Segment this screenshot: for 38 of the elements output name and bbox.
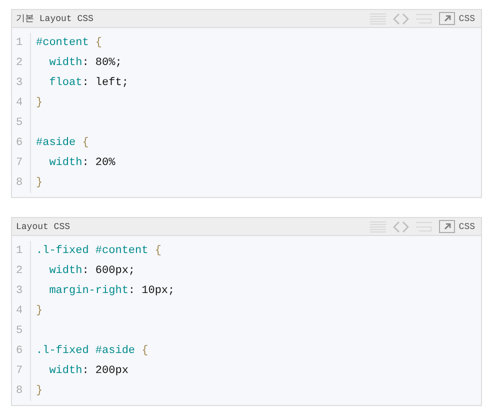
line-number: 1 xyxy=(12,33,31,53)
open-external-icon[interactable] xyxy=(438,12,455,25)
line-number: 3 xyxy=(12,281,31,301)
code-line: } xyxy=(35,385,43,397)
line-number: 1 xyxy=(12,241,31,261)
language-label: CSS xyxy=(458,14,475,24)
line-number: 8 xyxy=(12,173,31,193)
line-number: 4 xyxy=(12,301,31,321)
line-number: 2 xyxy=(12,53,31,73)
code-line: width: 20% xyxy=(48,157,116,169)
code-icon[interactable] xyxy=(392,12,409,24)
line-number: 5 xyxy=(12,321,31,341)
line-number: 7 xyxy=(12,361,31,381)
line-number: 6 xyxy=(12,133,31,153)
line-number: 7 xyxy=(12,153,31,173)
line-number: 8 xyxy=(12,381,31,401)
code-line: width: 80%; xyxy=(48,57,122,69)
line-number: 4 xyxy=(12,93,31,113)
code-line: .l-fixed #aside { xyxy=(35,345,148,357)
line-number: 2 xyxy=(12,261,31,281)
code-title: 기본 Layout CSS xyxy=(16,13,94,25)
code-line: #aside { xyxy=(35,137,89,149)
code-line: } xyxy=(35,177,43,189)
code-line: float: left; xyxy=(48,77,128,89)
code-line: } xyxy=(35,97,43,109)
code-line: .l-fixed #content { xyxy=(35,245,162,257)
language-label: CSS xyxy=(458,222,475,232)
line-number: 6 xyxy=(12,341,31,361)
line-number: 5 xyxy=(12,113,31,133)
line-number: 3 xyxy=(12,73,31,93)
open-external-icon[interactable] xyxy=(438,220,455,233)
code-line: #content { xyxy=(35,37,102,49)
code-title: Layout CSS xyxy=(16,222,72,232)
code-icon[interactable] xyxy=(392,220,409,232)
code-line: width: 600px; xyxy=(48,265,136,277)
code-line: } xyxy=(35,305,43,317)
code-line: margin-right: 10px; xyxy=(48,285,175,297)
code-line: width: 200px xyxy=(48,365,128,377)
